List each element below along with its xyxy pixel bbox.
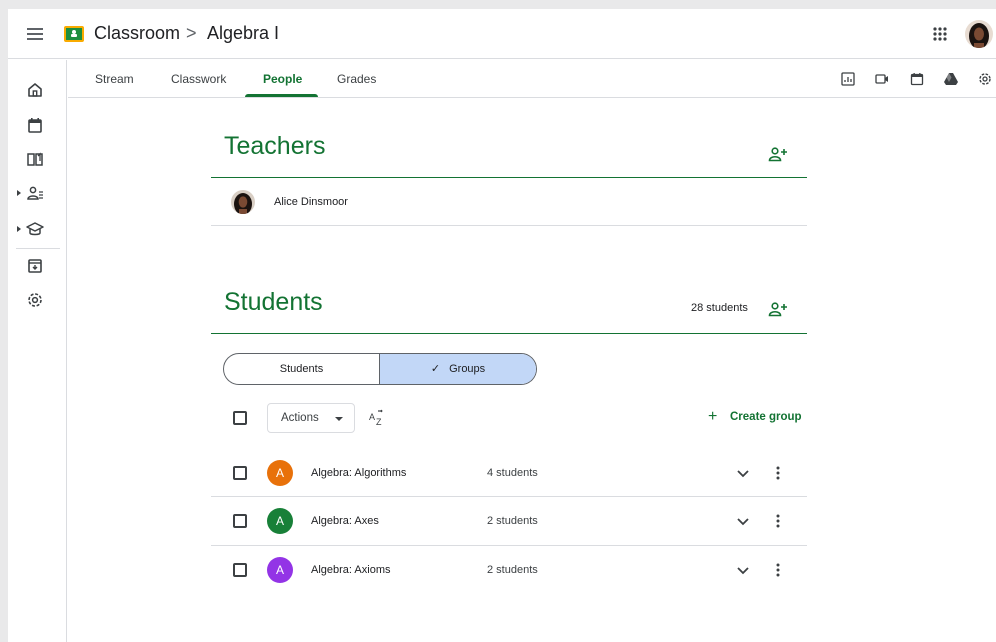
more-vert-icon[interactable] xyxy=(770,513,786,529)
expand-caret-icon[interactable] xyxy=(16,189,22,197)
group-checkbox[interactable] xyxy=(233,514,247,528)
app-name-link[interactable]: Classroom xyxy=(94,23,180,44)
classroom-window: Classroom > Algebra I Stream Classwork P… xyxy=(8,9,996,642)
calendar-icon[interactable] xyxy=(25,115,45,135)
sort-az-icon[interactable]: A Z xyxy=(368,409,386,427)
actions-label: Actions xyxy=(281,412,319,424)
sidebar-divider xyxy=(16,248,60,249)
svg-text:Z: Z xyxy=(376,417,382,427)
teacher-name[interactable]: Alice Dinsmoor xyxy=(274,196,348,208)
students-heading: Students xyxy=(224,288,323,316)
toggle-groups-option[interactable]: ✓ Groups xyxy=(380,354,536,384)
toggle-groups-label: Groups xyxy=(449,363,486,375)
settings-icon[interactable] xyxy=(977,71,993,87)
students-rule xyxy=(211,333,807,334)
tab-grades[interactable]: Grades xyxy=(337,72,376,86)
group-avatar: A xyxy=(267,460,293,486)
actions-dropdown[interactable]: Actions xyxy=(267,403,355,433)
menu-icon[interactable] xyxy=(24,23,46,45)
home-icon[interactable] xyxy=(25,80,45,100)
teacher-avatar xyxy=(231,190,255,214)
toggle-students-option[interactable]: Students xyxy=(224,354,380,384)
top-app-bar: Classroom > Algebra I xyxy=(8,9,996,59)
classroom-logo[interactable] xyxy=(64,26,84,42)
caret-down-icon xyxy=(335,417,343,421)
teachers-heading: Teachers xyxy=(224,132,326,160)
chevron-down-icon[interactable] xyxy=(735,465,751,481)
chevron-down-icon[interactable] xyxy=(735,562,751,578)
invite-student-icon[interactable] xyxy=(768,301,788,317)
tab-people[interactable]: People xyxy=(263,72,302,86)
account-avatar[interactable] xyxy=(965,20,993,48)
calendar-icon[interactable] xyxy=(909,71,925,87)
plus-icon: + xyxy=(708,408,718,425)
students-groups-toggle: Students ✓ Groups xyxy=(223,353,537,385)
group-avatar: A xyxy=(267,508,293,534)
row-divider xyxy=(211,545,807,546)
drive-icon[interactable] xyxy=(943,71,959,87)
breadcrumb-separator: > xyxy=(186,23,197,43)
row-divider xyxy=(211,225,807,226)
select-all-checkbox[interactable] xyxy=(233,411,247,425)
group-avatar: A xyxy=(267,557,293,583)
expand-caret-icon[interactable] xyxy=(16,225,22,233)
school-cap-icon[interactable] xyxy=(25,219,45,239)
group-count: 4 students xyxy=(487,467,538,479)
gradebook-icon[interactable] xyxy=(840,71,856,87)
check-icon: ✓ xyxy=(430,363,441,375)
book-icon[interactable] xyxy=(25,149,45,169)
people-icon[interactable] xyxy=(25,183,45,203)
group-checkbox[interactable] xyxy=(233,466,247,480)
group-count: 2 students xyxy=(487,515,538,527)
active-tab-indicator xyxy=(245,94,318,97)
group-name[interactable]: Algebra: Axioms xyxy=(311,564,390,576)
create-group-label: Create group xyxy=(730,411,802,423)
class-name: Algebra I xyxy=(207,23,280,43)
tab-classwork[interactable]: Classwork xyxy=(171,72,226,86)
navigation-rail xyxy=(8,60,67,642)
svg-text:A: A xyxy=(369,412,375,422)
group-count: 2 students xyxy=(487,564,538,576)
student-count: 28 students xyxy=(691,302,748,314)
video-icon[interactable] xyxy=(874,71,890,87)
row-divider xyxy=(211,496,807,497)
toggle-students-label: Students xyxy=(279,363,324,375)
more-vert-icon[interactable] xyxy=(770,562,786,578)
more-vert-icon[interactable] xyxy=(770,465,786,481)
teachers-rule xyxy=(211,177,807,178)
class-tabs: Stream Classwork People Grades xyxy=(68,60,996,98)
tab-stream[interactable]: Stream xyxy=(95,72,134,86)
group-checkbox[interactable] xyxy=(233,563,247,577)
group-name[interactable]: Algebra: Axes xyxy=(311,515,379,527)
invite-teacher-icon[interactable] xyxy=(768,146,788,162)
chevron-down-icon[interactable] xyxy=(735,513,751,529)
apps-grid-icon[interactable] xyxy=(930,24,950,44)
group-name[interactable]: Algebra: Algorithms xyxy=(311,467,406,479)
settings-icon[interactable] xyxy=(25,290,45,310)
archive-icon[interactable] xyxy=(25,256,45,276)
